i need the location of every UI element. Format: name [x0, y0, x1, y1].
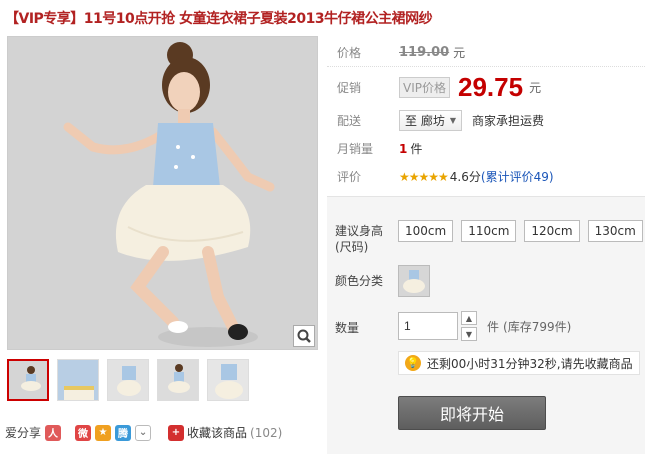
- tencent-weibo-share-icon[interactable]: 腾: [115, 424, 132, 441]
- size-option[interactable]: 130cm: [587, 220, 643, 242]
- girl-jumping-image: [8, 37, 317, 349]
- color-option-swatch[interactable]: [398, 265, 430, 297]
- quantity-label: 数量: [335, 321, 360, 335]
- rating-count-link[interactable]: (累计评价49): [481, 168, 554, 185]
- size-option[interactable]: 120cm: [524, 220, 580, 242]
- more-share-chevron-icon[interactable]: ⌄: [135, 424, 152, 441]
- quantity-stepper-buttons: ▲ ▼: [461, 311, 477, 341]
- quantity-input[interactable]: [398, 312, 458, 340]
- divider: [327, 66, 645, 67]
- stock-count: (库存799件): [503, 319, 572, 334]
- delivery-row: 配送 至 廊坊 ▼ 商家承担运费: [337, 110, 544, 131]
- countdown-notice: 💡 还剩00小时31分钟32秒,请先收藏商品: [398, 351, 640, 375]
- share-bar: 爱分享 人 微 ★ 腾 ⌄: [5, 424, 152, 441]
- rating-stars-icon: ★★★★★: [399, 169, 449, 184]
- size-option[interactable]: 110cm: [461, 220, 517, 242]
- favorite-product[interactable]: + 收藏该商品 (102): [168, 424, 282, 441]
- size-options: 100cm 110cm 120cm 130cm: [398, 220, 643, 242]
- lightbulb-icon: 💡: [405, 355, 421, 371]
- promo-label: 促销: [337, 81, 362, 95]
- main-product-image[interactable]: [7, 36, 318, 350]
- size-label-line2: (尺码): [335, 240, 369, 254]
- monthly-sales-count: 1: [399, 141, 408, 156]
- monthly-sales-unit: 件: [410, 142, 423, 156]
- renren-share-icon[interactable]: 人: [45, 424, 62, 441]
- promo-price: 29.75: [458, 72, 524, 102]
- size-label-line1: 建议身高: [335, 224, 384, 238]
- color-label: 颜色分类: [335, 274, 384, 288]
- favorite-plus-icon: +: [168, 424, 184, 441]
- thumbnail-4[interactable]: [157, 359, 199, 401]
- original-price: 119.00: [399, 45, 450, 60]
- price-label: 价格: [337, 46, 362, 60]
- thumbnail-2[interactable]: [57, 359, 99, 401]
- delivery-label: 配送: [337, 114, 362, 128]
- favorite-count: (102): [250, 425, 283, 440]
- thumbnail-3[interactable]: [107, 359, 149, 401]
- quantity-unit: 件: [487, 319, 500, 334]
- rating-label: 评价: [337, 170, 362, 184]
- increase-chevron-icon[interactable]: ▲: [461, 311, 477, 325]
- thumbnail-1[interactable]: [7, 359, 49, 401]
- chevron-down-icon: ▼: [449, 116, 456, 125]
- delivery-destination: 至 廊坊: [405, 114, 445, 128]
- delivery-note: 商家承担运费: [471, 114, 544, 128]
- thumbnail-strip: [7, 359, 249, 401]
- countdown-text: 还剩00小时31分钟32秒,请先收藏商品: [427, 356, 633, 371]
- zoom-icon[interactable]: [293, 325, 315, 347]
- rating-row: 评价 ★★★★★ 4.6分 (累计评价49): [337, 168, 554, 185]
- share-label: 爱分享: [5, 426, 42, 440]
- size-label: 建议身高 (尺码): [335, 223, 383, 255]
- product-title: 【VIP专享】11号10点开抢 女童连衣裙子夏装2013牛仔裙公主裙网纱: [5, 11, 433, 27]
- size-option[interactable]: 100cm: [398, 220, 454, 242]
- rating-score: 4.6分: [449, 170, 481, 184]
- vip-price-tag: VIP价格: [399, 77, 450, 98]
- weibo-share-icon[interactable]: 微: [75, 424, 92, 441]
- qzone-share-icon[interactable]: ★: [95, 424, 112, 441]
- promo-row: 促销 VIP价格 29.75 元: [337, 72, 541, 103]
- delivery-destination-select[interactable]: 至 廊坊 ▼: [399, 110, 462, 131]
- thumbnail-5[interactable]: [207, 359, 249, 401]
- price-row: 价格 119.00 元: [337, 44, 465, 61]
- decrease-chevron-icon[interactable]: ▼: [461, 327, 477, 341]
- favorite-label[interactable]: 收藏该商品: [187, 424, 247, 441]
- quantity-stepper: ▲ ▼ 件 (库存799件): [398, 311, 571, 341]
- promo-unit: 元: [529, 81, 542, 95]
- price-unit: 元: [453, 46, 466, 60]
- sales-row: 月销量 1 件: [337, 140, 422, 157]
- buy-button[interactable]: 即将开始: [398, 396, 546, 430]
- monthly-sales-label: 月销量: [337, 142, 374, 156]
- purchase-panel: 建议身高 (尺码) 100cm 110cm 120cm 130cm 颜色分类 数…: [327, 196, 645, 454]
